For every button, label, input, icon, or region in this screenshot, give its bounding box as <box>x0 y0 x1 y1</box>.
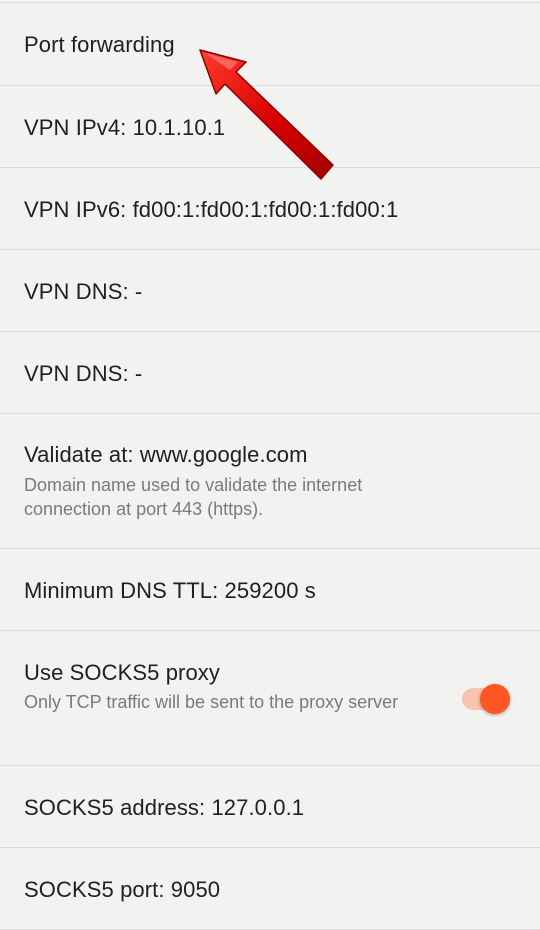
setting-vpn-dns-1[interactable]: VPN DNS: - <box>0 250 540 332</box>
setting-use-socks5-summary: Only TCP traffic will be sent to the pro… <box>24 692 399 712</box>
setting-vpn-ipv6[interactable]: VPN IPv6: fd00:1:fd00:1:fd00:1:fd00:1 <box>0 168 540 250</box>
setting-validate-at-title: Validate at: www.google.com <box>24 442 308 467</box>
setting-min-dns-ttl[interactable]: Minimum DNS TTL: 259200 s <box>0 549 540 631</box>
setting-socks5-port-title: SOCKS5 port: 9050 <box>24 877 221 902</box>
setting-vpn-dns-2[interactable]: VPN DNS: - <box>0 332 540 414</box>
setting-port-forwarding-title: Port forwarding <box>24 32 175 57</box>
setting-use-socks5[interactable]: Use SOCKS5 proxy Only TCP traffic will b… <box>0 631 540 766</box>
setting-socks5-address-title: SOCKS5 address: 127.0.0.1 <box>24 795 305 820</box>
setting-vpn-ipv6-title: VPN IPv6: fd00:1:fd00:1:fd00:1:fd00:1 <box>24 197 399 222</box>
setting-validate-at-summary: Domain name used to validate the interne… <box>24 475 363 519</box>
setting-vpn-ipv4[interactable]: VPN IPv4: 10.1.10.1 <box>0 86 540 168</box>
setting-socks5-address[interactable]: SOCKS5 address: 127.0.0.1 <box>0 766 540 848</box>
setting-vpn-dns-2-title: VPN DNS: - <box>24 361 143 386</box>
setting-use-socks5-title: Use SOCKS5 proxy <box>24 660 221 685</box>
setting-vpn-ipv4-title: VPN IPv4: 10.1.10.1 <box>24 115 226 140</box>
socks5-toggle-thumb <box>480 684 510 714</box>
setting-min-dns-ttl-title: Minimum DNS TTL: 259200 s <box>24 578 316 603</box>
socks5-toggle-switch[interactable] <box>462 684 514 714</box>
setting-validate-at[interactable]: Validate at: www.google.com Domain name … <box>0 414 540 549</box>
setting-vpn-dns-1-title: VPN DNS: - <box>24 279 143 304</box>
setting-socks5-port[interactable]: SOCKS5 port: 9050 <box>0 848 540 930</box>
setting-port-forwarding[interactable]: Port forwarding <box>0 3 540 86</box>
